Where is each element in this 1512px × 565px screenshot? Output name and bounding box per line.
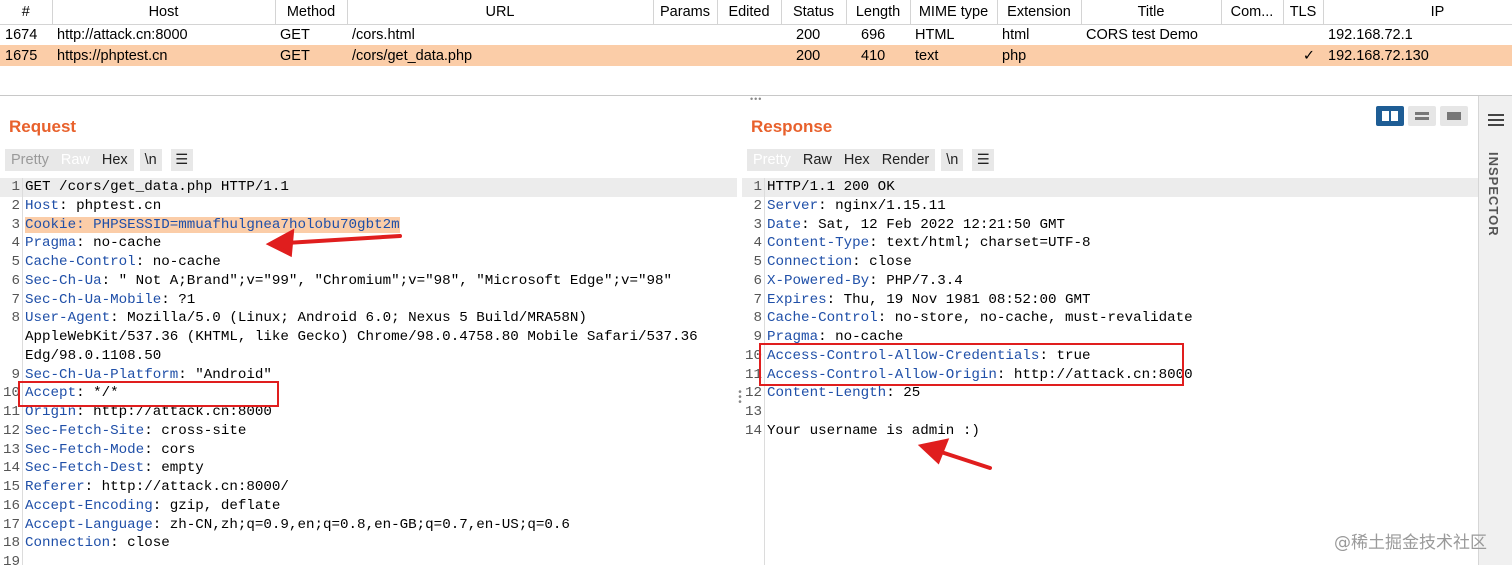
rows-icon (1415, 112, 1429, 120)
arrow-to-cookie (265, 228, 402, 258)
layout-split-horizontal-button[interactable] (1376, 106, 1404, 126)
inspector-tab[interactable]: INSPECTOR (1486, 152, 1501, 237)
hamburger-menu-icon[interactable] (1488, 114, 1504, 129)
watermark: @稀土掘金技术社区 (1334, 533, 1487, 553)
columns-icon (1382, 111, 1398, 121)
layout-tabs-button[interactable] (1440, 106, 1468, 126)
annotation-arrows (265, 228, 992, 470)
layout-split-vertical-button[interactable] (1408, 106, 1436, 126)
layout-switcher (1376, 106, 1468, 126)
single-pane-icon (1447, 112, 1461, 120)
arrow-to-body (917, 438, 992, 470)
